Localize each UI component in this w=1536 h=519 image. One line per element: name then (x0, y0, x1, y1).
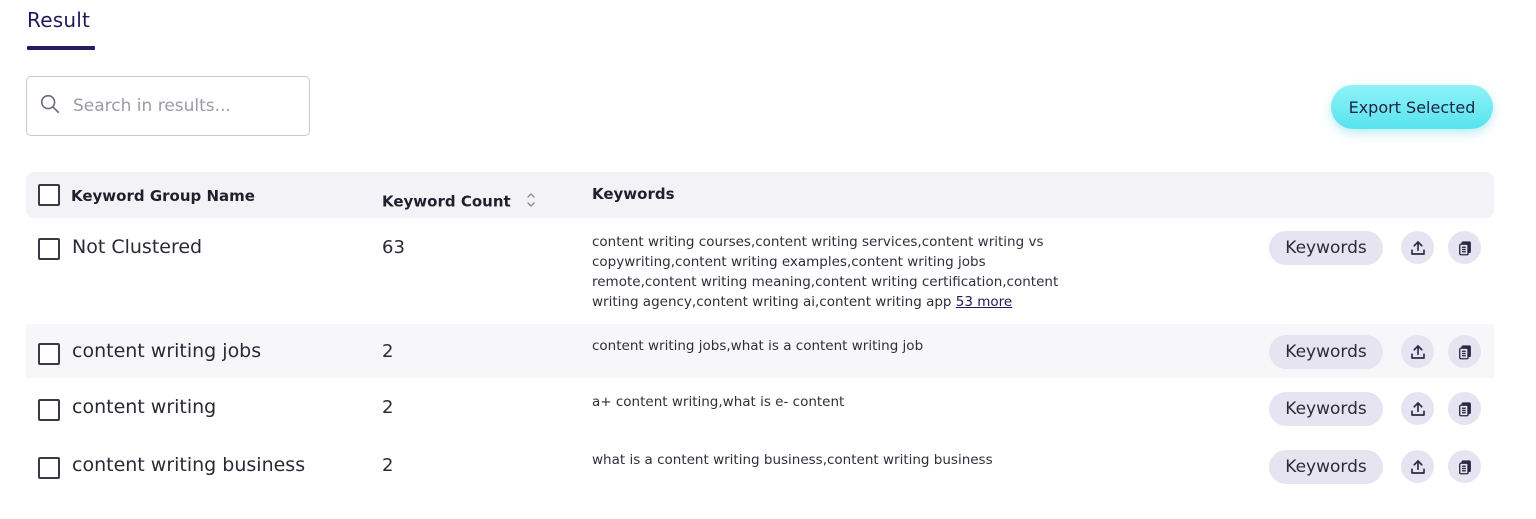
keyword-text: a+ content writing,what is e- content (592, 394, 845, 410)
search-input[interactable] (73, 96, 293, 116)
keyword-list: content writing courses,content writing … (592, 232, 1072, 312)
export-row-button[interactable] (1401, 392, 1434, 425)
table-header: Keyword Group Name Keyword Count Keyword… (26, 172, 1494, 218)
header-keywords: Keywords (592, 185, 675, 203)
row-checkbox[interactable] (38, 457, 60, 479)
more-keywords-link[interactable]: 53 more (956, 294, 1012, 310)
tab-result-label: Result (27, 8, 90, 32)
header-keyword-count[interactable]: Keyword Count (382, 190, 536, 214)
copy-icon (1458, 240, 1471, 255)
row-checkbox[interactable] (38, 399, 60, 421)
row-checkbox[interactable] (38, 238, 60, 260)
sort-icon[interactable] (526, 190, 536, 214)
keyword-text: what is a content writing business,conte… (592, 452, 993, 468)
copy-icon (1458, 344, 1471, 359)
group-name: Not Clustered (72, 236, 203, 258)
keywords-button[interactable]: Keywords (1269, 392, 1383, 426)
keywords-button[interactable]: Keywords (1269, 450, 1383, 484)
group-name: content writing business (72, 454, 306, 476)
table-row: content writing 2 a+ content writing,wha… (26, 378, 1494, 436)
upload-icon (1410, 459, 1425, 474)
group-name: content writing (72, 396, 217, 418)
group-name: content writing jobs (72, 340, 262, 362)
keyword-groups-table: Keyword Group Name Keyword Count Keyword… (26, 172, 1494, 494)
keyword-list: what is a content writing business,conte… (592, 450, 1072, 470)
keyword-text: content writing jobs,what is a content w… (592, 338, 924, 354)
export-row-button[interactable] (1401, 231, 1434, 264)
copy-row-button[interactable] (1448, 392, 1481, 425)
keywords-button[interactable]: Keywords (1269, 335, 1383, 369)
search-icon (39, 93, 61, 119)
export-row-button[interactable] (1401, 335, 1434, 368)
export-row-button[interactable] (1401, 450, 1434, 483)
copy-row-button[interactable] (1448, 450, 1481, 483)
header-keyword-count-label: Keyword Count (382, 192, 511, 211)
keyword-count: 2 (382, 341, 394, 362)
upload-icon (1410, 401, 1425, 416)
keywords-button[interactable]: Keywords (1269, 231, 1383, 265)
table-row: content writing business 2 what is a con… (26, 436, 1494, 494)
export-selected-button[interactable]: Export Selected (1331, 85, 1493, 129)
keyword-list: a+ content writing,what is e- content (592, 392, 1072, 412)
search-box[interactable] (26, 76, 310, 136)
tab-result[interactable]: Result (27, 8, 90, 32)
keyword-count: 2 (382, 455, 394, 476)
tab-active-indicator (27, 46, 95, 50)
keyword-list: content writing jobs,what is a content w… (592, 336, 1072, 356)
copy-row-button[interactable] (1448, 335, 1481, 368)
copy-row-button[interactable] (1448, 231, 1481, 264)
select-all-checkbox[interactable] (38, 184, 60, 206)
copy-icon (1458, 459, 1471, 474)
upload-icon (1410, 344, 1425, 359)
row-checkbox[interactable] (38, 343, 60, 365)
upload-icon (1410, 240, 1425, 255)
header-group-name: Keyword Group Name (71, 187, 255, 205)
copy-icon (1458, 401, 1471, 416)
keyword-count: 2 (382, 397, 394, 418)
table-row: Not Clustered 63 content writing courses… (26, 218, 1494, 324)
table-row: content writing jobs 2 content writing j… (26, 324, 1494, 378)
keyword-count: 63 (382, 237, 405, 258)
